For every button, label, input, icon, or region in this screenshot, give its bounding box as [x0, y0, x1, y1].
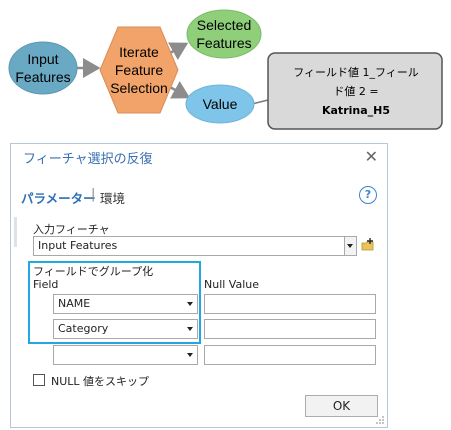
ok-button[interactable]: OK	[305, 395, 378, 417]
null-value-column-header: Null Value	[204, 278, 260, 291]
input-features-node[interactable]	[8, 41, 78, 95]
model-diagram: Input Features Iterate Feature Selection…	[0, 0, 451, 135]
field-column-header: Field	[33, 278, 59, 291]
input-features-dropdown[interactable]: Input Features	[33, 236, 357, 256]
field-dropdown-3[interactable]	[53, 345, 198, 365]
callout-line-1: フィールド値 1_フィール	[293, 65, 419, 79]
dialog-title: フィーチャ選択の反復	[23, 152, 153, 167]
iterate-feature-selection-dialog: フィーチャ選択の反復 ✕ パラメーター | 環境 ? 入力フィーチャ Input…	[10, 143, 388, 428]
input-features-dropdown-button[interactable]	[344, 237, 356, 255]
field-value-1: NAME	[58, 297, 91, 310]
help-icon[interactable]: ?	[359, 186, 377, 204]
field-value-2: Category	[58, 322, 109, 335]
callout-line-2: ド値 2 =	[333, 84, 379, 98]
value-node[interactable]	[185, 84, 255, 124]
add-folder-icon[interactable]	[361, 238, 375, 252]
skip-null-checkbox[interactable]	[33, 374, 45, 386]
field-dropdown-1[interactable]: NAME	[53, 294, 198, 314]
input-features-field-label: 入力フィーチャ	[33, 223, 110, 236]
tab-environments[interactable]: 環境	[100, 188, 125, 207]
required-indicator	[14, 217, 17, 247]
input-features-value: Input Features	[38, 239, 118, 252]
callout-value: Katrina_H5	[321, 103, 390, 117]
tab-separator: |	[91, 187, 96, 202]
chevron-down-icon	[347, 244, 353, 248]
null-value-input-3[interactable]	[204, 345, 376, 365]
skip-null-label: NULL 値をスキップ	[51, 375, 150, 388]
null-value-input-2[interactable]	[204, 319, 376, 339]
resize-grip-icon[interactable]	[376, 416, 384, 424]
group-by-label: フィールドでグループ化	[33, 265, 154, 278]
iterate-feature-selection-node[interactable]	[99, 26, 179, 114]
close-icon[interactable]: ✕	[365, 147, 378, 166]
tab-parameters[interactable]: パラメーター	[21, 188, 96, 207]
chevron-down-icon[interactable]	[187, 302, 193, 306]
field-dropdown-2[interactable]: Category	[53, 319, 198, 339]
selected-features-node[interactable]	[186, 9, 262, 59]
null-value-input-1[interactable]	[204, 294, 376, 314]
chevron-down-icon[interactable]	[187, 353, 193, 357]
chevron-down-icon[interactable]	[187, 327, 193, 331]
callout-text: フィールド値 1_フィール ド値 2 = Katrina_H5	[272, 56, 440, 126]
